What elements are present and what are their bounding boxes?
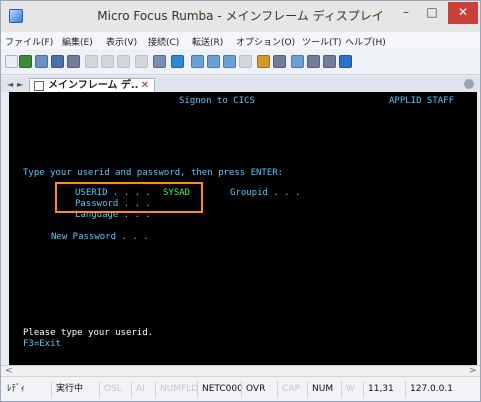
scroll-left-icon[interactable]: < <box>5 366 13 376</box>
settings-icon[interactable] <box>307 55 320 68</box>
new-icon[interactable] <box>5 55 18 68</box>
title-bar: Micro Focus Rumba - メインフレーム ディスプレイ – □ ✕ <box>1 1 480 32</box>
maximize-button[interactable]: □ <box>419 2 445 24</box>
horizontal-scrollbar[interactable]: < > <box>1 365 480 376</box>
userid-highlight-box <box>55 182 203 213</box>
applid-text: APPLID STAFF <box>389 96 455 106</box>
tab-scroll-icon[interactable] <box>464 79 474 89</box>
close-button[interactable]: ✕ <box>448 2 478 24</box>
tab-mainframe-display[interactable]: メインフレーム デ.. ✕ <box>29 78 155 93</box>
tab-strip: ◄ ► メインフレーム デ.. ✕ <box>1 76 480 93</box>
status-session: NETC000 <box>197 381 243 398</box>
status-ovr: OVR <box>241 381 265 398</box>
paste-icon <box>117 55 130 68</box>
terminal-doc-icon <box>34 81 44 91</box>
minimize-button[interactable]: – <box>393 2 419 24</box>
status-running: 実行中 <box>51 381 83 398</box>
keyboard-icon[interactable] <box>273 55 286 68</box>
status-cursor-pos: 11,31 <box>363 381 394 398</box>
menu-tools[interactable]: ツール(T) <box>302 35 342 48</box>
app-window: Micro Focus Rumba - メインフレーム ディスプレイ – □ ✕… <box>0 0 481 402</box>
status-ready: ﾚﾃﾞｨ <box>7 384 26 394</box>
status-osl: OSL <box>99 381 122 398</box>
receive-icon[interactable] <box>207 55 220 68</box>
terminal-screen[interactable]: Signon to CICS APPLID STAFF Type your us… <box>9 92 477 365</box>
new-password-label: New Password . . . <box>51 232 149 242</box>
pf3-exit-key[interactable]: F3=Exit <box>23 339 61 350</box>
menu-bar: ファイル(F) 編集(E) 表示(V) 接続(C) 転送(R) オプション(O)… <box>1 32 480 49</box>
copy-icon <box>101 55 114 68</box>
groupid-label: Groupid . . . <box>230 188 301 198</box>
connect-icon[interactable] <box>171 55 184 68</box>
status-num: NUM <box>307 381 333 398</box>
status-numfld: NUMFLD <box>155 381 198 398</box>
macro-icon[interactable] <box>257 55 270 68</box>
transfer-icon[interactable] <box>223 55 236 68</box>
screen-title: Signon to CICS <box>179 96 255 106</box>
menu-help[interactable]: ヘルプ(H) <box>345 35 386 48</box>
menu-transfer[interactable]: 転送(R) <box>192 35 223 48</box>
menu-connect[interactable]: 接続(C) <box>148 35 179 48</box>
instruction-text: Type your userid and password, then pres… <box>23 168 284 178</box>
status-host: 127.0.0.1 <box>405 381 453 398</box>
print-icon[interactable] <box>67 55 80 68</box>
scroll-right-icon[interactable]: > <box>469 366 477 376</box>
status-ai: AI <box>131 381 145 398</box>
map-icon[interactable] <box>323 55 336 68</box>
applid-label: APPLID STAFF <box>389 96 454 107</box>
screen-icon[interactable] <box>35 55 48 68</box>
save-icon[interactable] <box>51 55 64 68</box>
status-w: W <box>341 381 355 398</box>
edit-icon[interactable] <box>153 55 166 68</box>
undo-icon <box>135 55 148 68</box>
record-icon <box>239 55 252 68</box>
cut-icon <box>85 55 98 68</box>
menu-view[interactable]: 表示(V) <box>106 35 137 48</box>
status-message: Please type your userid. <box>23 328 154 338</box>
tab-next-icon[interactable]: ► <box>17 80 23 89</box>
menu-edit[interactable]: 編集(E) <box>62 35 93 48</box>
menu-file[interactable]: ファイル(F) <box>5 35 53 48</box>
hotspot-icon[interactable] <box>291 55 304 68</box>
tab-prev-icon[interactable]: ◄ <box>7 80 13 89</box>
status-cap: CAP <box>277 381 300 398</box>
arrow-icon[interactable] <box>19 55 32 68</box>
toolbar <box>1 49 480 75</box>
send-icon[interactable] <box>191 55 204 68</box>
help-icon[interactable] <box>339 55 352 68</box>
menu-options[interactable]: オプション(O) <box>236 35 295 48</box>
status-bar: ﾚﾃﾞｨ 実行中 OSL AI NUMFLD NETC000 OVR CAP NUM W 11,31… <box>1 376 480 401</box>
tab-label: メインフレーム デ.. <box>48 80 139 91</box>
tab-close-icon[interactable]: ✕ <box>141 79 149 92</box>
